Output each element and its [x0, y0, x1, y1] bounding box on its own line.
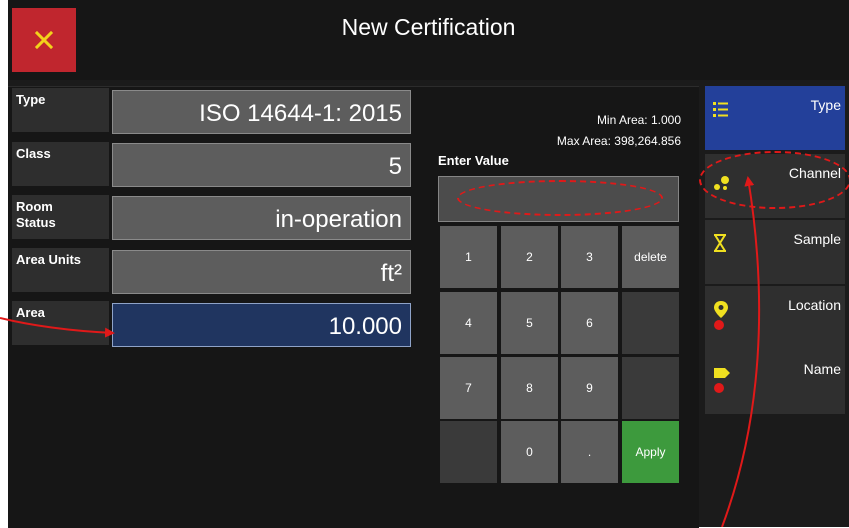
key-4[interactable]: 4 — [440, 292, 497, 354]
delete-key[interactable]: delete — [622, 226, 679, 288]
sidebar-item-name-label: Name — [803, 361, 841, 377]
type-value: ISO 14644-1: 2015 — [199, 100, 402, 127]
annotation-ellipse-channel — [699, 151, 849, 209]
area-units-label: Area Units — [12, 248, 109, 292]
header-bar: New Certification — [8, 0, 849, 80]
enter-value-label: Enter Value — [438, 153, 509, 168]
sidebar-item-location-label: Location — [788, 297, 841, 313]
type-label: Type — [12, 88, 109, 132]
sidebar-item-sample-label: Sample — [793, 231, 841, 247]
key-5[interactable]: 5 — [501, 292, 558, 354]
area-value: 10.000 — [328, 313, 402, 340]
min-area-text: Min Area: 1.000 — [596, 113, 681, 127]
key-7[interactable]: 7 — [440, 357, 497, 419]
area-field[interactable]: 10.000 — [112, 303, 411, 347]
room-status-label-line1: Room — [16, 199, 53, 214]
list-icon — [713, 102, 728, 117]
key-blank-1 — [622, 292, 679, 354]
tag-icon — [714, 368, 730, 393]
room-status-label: Room Status — [12, 195, 109, 239]
room-status-label-line2: Status — [16, 215, 56, 230]
class-field[interactable]: 5 — [112, 143, 411, 187]
key-0[interactable]: 0 — [501, 421, 558, 483]
key-decimal[interactable]: . — [561, 421, 618, 483]
room-status-field[interactable]: in-operation — [112, 196, 411, 240]
class-label: Class — [12, 142, 109, 186]
key-1[interactable]: 1 — [440, 226, 497, 288]
sidebar-item-type[interactable]: Type — [705, 86, 845, 150]
room-status-value: in-operation — [275, 206, 402, 233]
sidebar-item-location[interactable]: Location — [705, 286, 845, 350]
name-alert-icon — [714, 383, 724, 393]
annotation-ellipse-entry — [457, 180, 663, 216]
area-label: Area — [12, 301, 109, 345]
key-6[interactable]: 6 — [561, 292, 618, 354]
page-title: New Certification — [341, 14, 516, 40]
hourglass-icon — [714, 234, 726, 252]
type-field[interactable]: ISO 14644-1: 2015 — [112, 90, 411, 134]
key-9[interactable]: 9 — [561, 357, 618, 419]
max-area-text: Max Area: 398,264.856 — [556, 134, 681, 148]
sidebar-item-sample[interactable]: Sample — [705, 220, 845, 284]
sidebar-item-name[interactable]: Name — [705, 350, 845, 414]
sidebar-item-type-label: Type — [810, 97, 841, 113]
key-8[interactable]: 8 — [501, 357, 558, 419]
location-alert-icon — [714, 320, 724, 330]
key-3[interactable]: 3 — [561, 226, 618, 288]
device-screen: New Certification Type ISO 14644-1: 2015… — [8, 0, 849, 528]
key-blank-3 — [440, 421, 497, 483]
location-pin-icon — [714, 301, 728, 330]
key-blank-2 — [622, 357, 679, 419]
area-units-value: ft² — [380, 260, 402, 287]
apply-button[interactable]: Apply — [622, 421, 679, 483]
class-value: 5 — [388, 153, 402, 180]
area-units-field[interactable]: ft² — [112, 250, 411, 294]
key-2[interactable]: 2 — [501, 226, 558, 288]
